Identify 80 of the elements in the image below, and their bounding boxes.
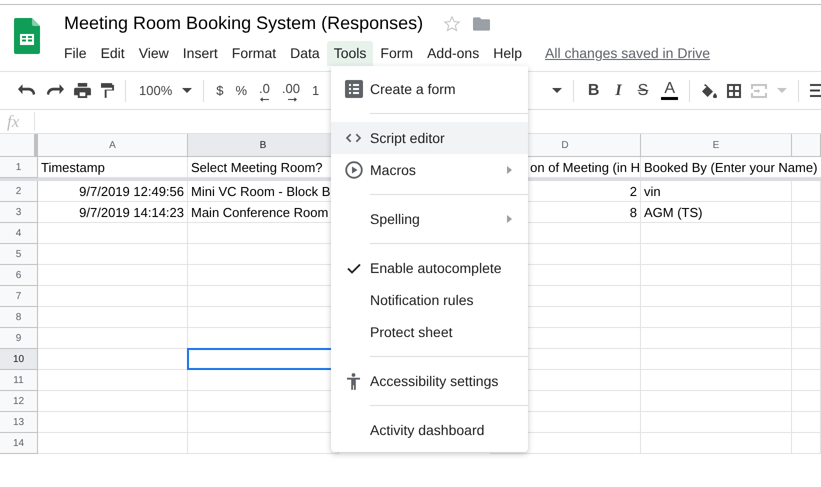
menu-item[interactable]: Form (373, 40, 420, 66)
row-header[interactable]: 12 (0, 391, 38, 412)
table-cell: AGM (TS) (641, 202, 792, 223)
menu-option[interactable]: Enable autocomplete (331, 252, 528, 284)
paint-format-icon[interactable] (101, 83, 114, 98)
decrease-decimal-button[interactable]: .0 (257, 80, 272, 100)
table-cell (792, 244, 821, 265)
code-icon (346, 133, 361, 143)
table-cell (792, 286, 821, 307)
row-header[interactable]: 9 (0, 328, 38, 349)
table-cell (792, 349, 821, 370)
menu-item[interactable]: Data (283, 40, 327, 66)
row-header[interactable]: 13 (0, 412, 38, 433)
caret-icon[interactable] (182, 88, 192, 93)
currency-button[interactable]: $ (214, 83, 226, 98)
menu-item[interactable]: Add-ons (420, 40, 486, 66)
menu-item[interactable]: Format (224, 40, 284, 66)
row-header[interactable]: 14 (0, 433, 38, 454)
table-cell (792, 307, 821, 328)
row-header[interactable]: 7 (0, 286, 38, 307)
table-cell (792, 370, 821, 391)
form-icon (344, 80, 362, 98)
document-title[interactable]: Meeting Room Booking System (Responses) (64, 13, 424, 34)
table-cell (792, 328, 821, 349)
column-header[interactable]: A (38, 134, 188, 157)
menu-item[interactable]: View (132, 40, 176, 66)
row-header[interactable]: 2 (0, 181, 38, 202)
caret-icon[interactable] (552, 88, 562, 93)
table-cell (792, 265, 821, 286)
table-cell (792, 391, 821, 412)
borders-icon[interactable] (727, 84, 741, 98)
menu-item[interactable]: Tools (326, 40, 374, 66)
align-left-icon[interactable] (810, 84, 821, 97)
menu-option[interactable]: Accessibility settings (331, 365, 528, 397)
formula-label: fx (7, 112, 20, 132)
zoom-dropdown[interactable]: 100% (136, 83, 176, 98)
menu-item[interactable]: Insert (176, 40, 225, 66)
menu-option[interactable]: Create a form (331, 73, 528, 105)
column-header[interactable]: E (641, 134, 792, 157)
menu-option[interactable]: Protect sheet (331, 316, 528, 348)
row-header[interactable]: 6 (0, 265, 38, 286)
increase-decimal-button[interactable]: .00 (280, 80, 302, 100)
table-cell: 9/7/2019 12:49:56 (38, 181, 188, 202)
row-header[interactable]: 5 (0, 244, 38, 265)
table-cell (792, 412, 821, 433)
table-cell: 9/7/2019 14:14:23 (38, 202, 188, 223)
row-header[interactable]: 8 (0, 307, 38, 328)
right-arrow-icon (288, 96, 297, 102)
italic-button[interactable]: I (612, 82, 625, 100)
left-arrow-icon (260, 96, 270, 102)
more-formats-button[interactable]: 1 (310, 83, 322, 98)
row-header[interactable]: 3 (0, 202, 38, 223)
table-cell (792, 202, 821, 223)
menu-option[interactable]: Script editor (331, 122, 528, 154)
text-color-button[interactable]: A (661, 81, 678, 100)
save-status-link[interactable]: All changes saved in Drive (545, 45, 710, 62)
play-circle-icon (344, 161, 362, 179)
print-icon[interactable] (74, 83, 91, 98)
strikethrough-button[interactable]: S (634, 82, 652, 100)
percent-button[interactable]: % (233, 83, 250, 98)
menu-option[interactable]: Activity dashboard (331, 414, 528, 446)
row-header[interactable]: 4 (0, 223, 38, 244)
menu-item[interactable]: Help (486, 40, 530, 66)
fill-color-icon[interactable] (701, 84, 717, 98)
accessibility-icon (347, 372, 360, 390)
spreadsheet-logo-icon[interactable] (14, 18, 40, 54)
menu-item[interactable]: File (57, 40, 94, 66)
bold-button[interactable]: B (584, 82, 602, 100)
row-header[interactable]: 10 (0, 349, 38, 370)
redo-icon[interactable] (46, 84, 64, 97)
table-cell (792, 223, 821, 244)
table-cell: vin (641, 181, 792, 202)
menu-option[interactable]: Notification rules (331, 284, 528, 316)
row-header[interactable]: 11 (0, 370, 38, 391)
folder-icon[interactable] (473, 16, 490, 31)
menu-item[interactable]: Edit (94, 40, 132, 66)
table-cell (792, 433, 821, 454)
row-header[interactable]: 1 (0, 157, 38, 178)
star-icon[interactable] (443, 14, 462, 33)
undo-icon[interactable] (18, 84, 36, 97)
